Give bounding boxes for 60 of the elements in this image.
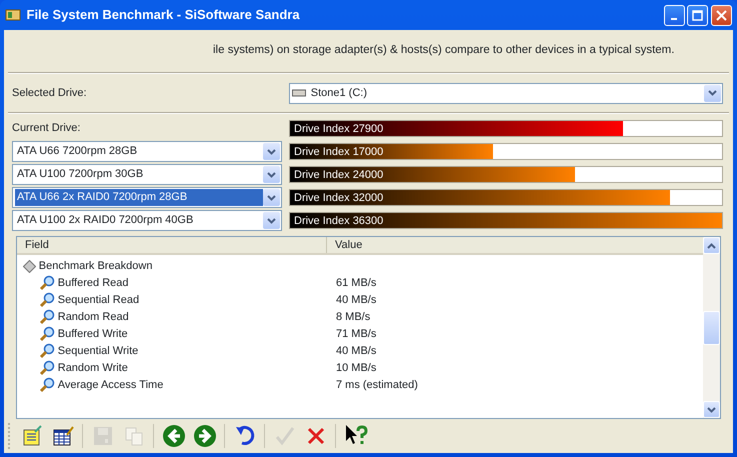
field-cell-text: Benchmark Breakdown (38, 259, 152, 274)
field-cell-text: Sequential Read (58, 293, 140, 308)
drive-dropdown[interactable]: Stone1 (C:) (289, 82, 723, 104)
magnifier-icon (39, 292, 55, 308)
drive-index-bar: Drive Index 32000 (289, 189, 723, 206)
diamond-icon (23, 260, 36, 273)
drive-dropdown[interactable]: ATA U100 2x RAID0 7200rpm 40GB (12, 210, 282, 231)
drive-index-bar: Drive Index 24000 (289, 166, 723, 183)
drive-index-bar: Drive Index 17000 (289, 143, 723, 160)
value-cell-text: 40 MB/s (335, 344, 376, 359)
value-cell-text: 10 MB/s (335, 361, 376, 376)
value-cell-text: 7 ms (estimated) (335, 378, 418, 393)
drive-icon (292, 89, 306, 97)
column-header[interactable]: Value (327, 236, 703, 254)
drive-index-bar: Drive Index 36300 (289, 212, 723, 229)
field-cell-text: Average Access Time (58, 378, 164, 393)
app-icon (5, 7, 21, 23)
magnifier-icon (39, 309, 55, 326)
drive-dropdown[interactable]: ATA U66 2x RAID0 7200rpm 28GB (12, 187, 282, 208)
field-cell-text: Buffered Read (58, 276, 128, 291)
value-cell-text: 61 MB/s (335, 276, 376, 291)
field-label: Selected Drive: (12, 86, 88, 101)
magnifier-icon (39, 343, 55, 360)
magnifier-icon (39, 377, 55, 394)
field-cell-text: Random Write (58, 361, 128, 376)
value-cell-text: 71 MB/s (335, 327, 376, 342)
minimize-icon (671, 18, 677, 20)
drive-index-bar: Drive Index 27900 (289, 120, 723, 137)
checkmark-icon (274, 425, 296, 447)
field-label: Current Drive: (12, 121, 82, 136)
scrollbar[interactable] (703, 237, 720, 418)
magnifier-icon (39, 360, 55, 376)
table-edit-icon (52, 425, 74, 447)
close-button[interactable] (711, 4, 732, 26)
magnifier-icon (39, 326, 55, 342)
minimize-button[interactable] (664, 4, 684, 26)
scroll-thumb[interactable] (703, 310, 720, 344)
drive-dropdown[interactable]: ATA U66 7200rpm 28GB (12, 141, 282, 162)
value-cell-text: 8 MB/s (335, 310, 370, 325)
caret-icon (708, 90, 717, 96)
scroll-down-icon (707, 406, 716, 412)
maximize-icon (692, 10, 704, 20)
maximize-button[interactable] (687, 4, 708, 26)
drive-dropdown[interactable]: ATA U100 7200rpm 30GB (12, 164, 282, 185)
description-text: ile systems) on storage adapter(s) & hosts(s) compare to other devices in a typical system. (213, 43, 674, 58)
copy-icon (122, 425, 144, 447)
magnifier-icon (39, 275, 55, 292)
field-cell-text: Random Read (58, 310, 129, 325)
caret-icon (267, 172, 276, 178)
caret-icon (267, 218, 276, 224)
window-title: File System Benchmark - SiSoftware Sandra (26, 6, 301, 24)
caret-icon (267, 194, 276, 200)
column-header[interactable]: Field (17, 236, 327, 254)
field-cell-text: Buffered Write (58, 327, 128, 342)
field-cell-text: Sequential Write (58, 344, 138, 359)
close-icon (716, 10, 727, 20)
notepad-icon (20, 425, 42, 447)
caret-icon (267, 148, 276, 154)
scroll-up-icon (707, 242, 716, 248)
value-cell-text: 40 MB/s (335, 293, 376, 308)
